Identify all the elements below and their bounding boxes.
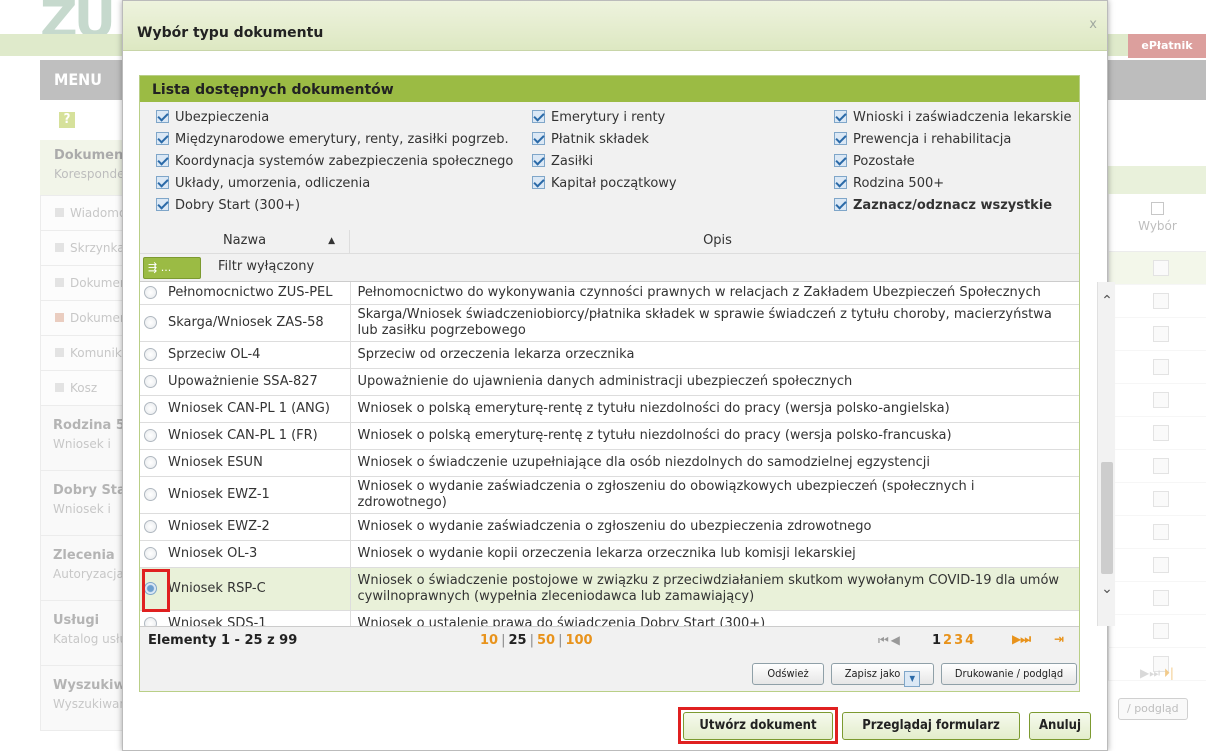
documents-grid: Pełnomocnictwo ZUS-PEL Pełnomocnictwo do … (140, 282, 1079, 626)
item-count: Elementy 1 - 25 z 99 (148, 633, 298, 648)
radio-button[interactable] (144, 429, 157, 442)
checkbox-checked-icon (532, 110, 545, 123)
scroll-up-icon[interactable]: ⌃ (1098, 292, 1116, 310)
panel-title: Lista dostępnych dokumentów (140, 76, 1079, 102)
checkbox-checked-icon (156, 176, 169, 189)
document-type-dialog: Wybór typu dokumentu x Lista dostępnych … (122, 0, 1115, 751)
page-link[interactable]: 4 (965, 633, 976, 648)
filter-checkbox[interactable]: Rodzina 500+ (834, 174, 944, 194)
table-row[interactable]: Pełnomocnictwo ZUS-PEL Pełnomocnictwo do … (140, 282, 1079, 305)
filter-status: Filtr wyłączony (218, 259, 315, 274)
filter-checkbox[interactable]: Wnioski i zaświadczenia lekarskie (834, 108, 1072, 128)
table-row-selected[interactable]: Wniosek RSP-C Wniosek o świadczenie posto… (140, 567, 1079, 611)
dropdown-arrow-icon[interactable]: ▼ (904, 671, 921, 687)
radio-button[interactable] (144, 316, 157, 329)
checkbox-checked-icon (834, 154, 847, 167)
filter-checkbox[interactable]: Kapitał początkowy (532, 174, 677, 194)
print-preview-button[interactable]: Drukowanie / podgląd (941, 663, 1077, 685)
close-icon[interactable]: x (1089, 17, 1097, 32)
grid-toolbar: Odśwież Zapisz jako ▼ Drukowanie / podglą… (140, 654, 1079, 691)
selection-highlight (142, 569, 170, 612)
grid-scrollbar[interactable]: ⌃ ⌄ (1097, 282, 1115, 626)
radio-button[interactable] (144, 456, 157, 469)
filter-checkbox[interactable]: Emerytury i renty (532, 108, 665, 128)
filter-checkbox[interactable]: Zasiłki (532, 152, 593, 172)
checkbox-checked-icon (532, 176, 545, 189)
filter-icon: ⇶ (148, 261, 158, 274)
table-row[interactable]: Sprzeciw OL-4 Sprzeciw od orzeczenia leka… (140, 341, 1079, 369)
save-as-button[interactable]: Zapisz jako ▼ (831, 663, 934, 687)
checkbox-checked-icon (834, 198, 847, 211)
filter-checkbox[interactable]: Pozostałe (834, 152, 915, 172)
checkbox-checked-icon (834, 176, 847, 189)
dialog-title: Wybór typu dokumentu (123, 1, 1107, 51)
filter-checkbox[interactable]: Koordynacja systemów zabezpieczenia społ… (156, 152, 513, 172)
table-row[interactable]: Wniosek EWZ-2 Wniosek o wydanie zaświadcz… (140, 513, 1079, 541)
page-size-selector: 10 | 25 | 50 | 100 (480, 633, 593, 648)
scroll-thumb[interactable] (1101, 462, 1113, 574)
checkbox-checked-icon (156, 110, 169, 123)
page-size-current: 25 (508, 633, 527, 648)
refresh-button[interactable]: Odśwież (752, 663, 824, 685)
table-row[interactable]: Upoważnienie SSA-827 Upoważnienie do ujaw… (140, 368, 1079, 396)
page-size-option[interactable]: 50 (537, 633, 555, 648)
radio-button[interactable] (144, 348, 157, 361)
checkbox-checked-icon (532, 154, 545, 167)
pager: Elementy 1 - 25 z 99 10 | 25 | 50 | 100 ⏮ ◀ 12… (140, 626, 1079, 654)
next-last-page-icon[interactable]: ▶⏭ (1012, 632, 1031, 647)
page-link[interactable]: 2 (943, 633, 954, 648)
column-header-name[interactable]: Nazwa ▲ (140, 230, 350, 254)
filter-button[interactable]: ⇶ ... (143, 257, 201, 279)
documents-panel: Lista dostępnych dokumentów Ubezpieczeni… (139, 75, 1115, 692)
page-current: 1 (932, 633, 944, 648)
radio-button[interactable] (144, 488, 157, 501)
table-row[interactable]: Wniosek ESUN Wniosek o świadczenie uzupeł… (140, 449, 1079, 477)
checkbox-checked-icon (834, 132, 847, 145)
filter-checkbox[interactable]: Międzynarodowe emerytury, renty, zasiłki… (156, 130, 509, 150)
radio-button[interactable] (144, 520, 157, 533)
filter-checkbox[interactable]: Płatnik składek (532, 130, 649, 150)
create-button-highlight (678, 707, 838, 744)
browse-form-button[interactable]: Przeglądaj formularz (842, 712, 1020, 740)
radio-button[interactable] (144, 617, 157, 626)
grid-column-headers: Nazwa ▲ Opis (140, 230, 1079, 254)
radio-button[interactable] (144, 375, 157, 388)
page-size-option[interactable]: 10 (480, 633, 498, 648)
table-row[interactable]: Wniosek EWZ-1 Wniosek o wydanie zaświadcz… (140, 476, 1079, 514)
column-header-description[interactable]: Opis (350, 230, 1085, 254)
radio-button[interactable] (144, 547, 157, 560)
checkbox-checked-icon (156, 132, 169, 145)
export-icon[interactable]: ⇥ (1054, 632, 1064, 646)
grid-filter-row: ⇶ ... Filtr wyłączony (140, 254, 1079, 282)
checkbox-checked-icon (532, 132, 545, 145)
cancel-button[interactable]: Anuluj (1029, 712, 1091, 740)
table-row[interactable]: Wniosek OL-3 Wniosek o wydanie kopii orze… (140, 540, 1079, 568)
page-numbers: 1234 (932, 633, 976, 648)
table-row[interactable]: Wniosek CAN-PL 1 (ANG) Wniosek o polską e… (140, 395, 1079, 423)
checkbox-checked-icon (834, 110, 847, 123)
sort-asc-icon: ▲ (328, 236, 335, 246)
filter-checkbox[interactable]: Prewencja i rehabilitacja (834, 130, 1011, 150)
filter-checkbox[interactable]: Układy, umorzenia, odliczenia (156, 174, 370, 194)
radio-button[interactable] (144, 402, 157, 415)
scroll-down-icon[interactable]: ⌄ (1098, 580, 1116, 598)
page-link[interactable]: 3 (954, 633, 965, 648)
select-all-checkbox[interactable]: Zaznacz/odznacz wszystkie (834, 196, 1052, 216)
radio-button[interactable] (144, 286, 157, 300)
checkbox-checked-icon (156, 154, 169, 167)
filter-checkbox[interactable]: Ubezpieczenia (156, 108, 269, 128)
table-row[interactable]: Wniosek SDS-1 Wniosek o ustalenie prawa d… (140, 610, 1079, 626)
filter-checkbox[interactable]: Dobry Start (300+) (156, 196, 300, 216)
table-row[interactable]: Wniosek CAN-PL 1 (FR) Wniosek o polską em… (140, 422, 1079, 450)
first-prev-page-icon: ⏮ ◀ (878, 633, 900, 647)
page-size-option[interactable]: 100 (565, 633, 592, 648)
category-filters: Ubezpieczenia Międzynarodowe emerytury, … (140, 102, 1079, 230)
table-row[interactable]: Skarga/Wniosek ZAS-58 Skarga/Wniosek świa… (140, 304, 1079, 342)
checkbox-checked-icon (156, 198, 169, 211)
